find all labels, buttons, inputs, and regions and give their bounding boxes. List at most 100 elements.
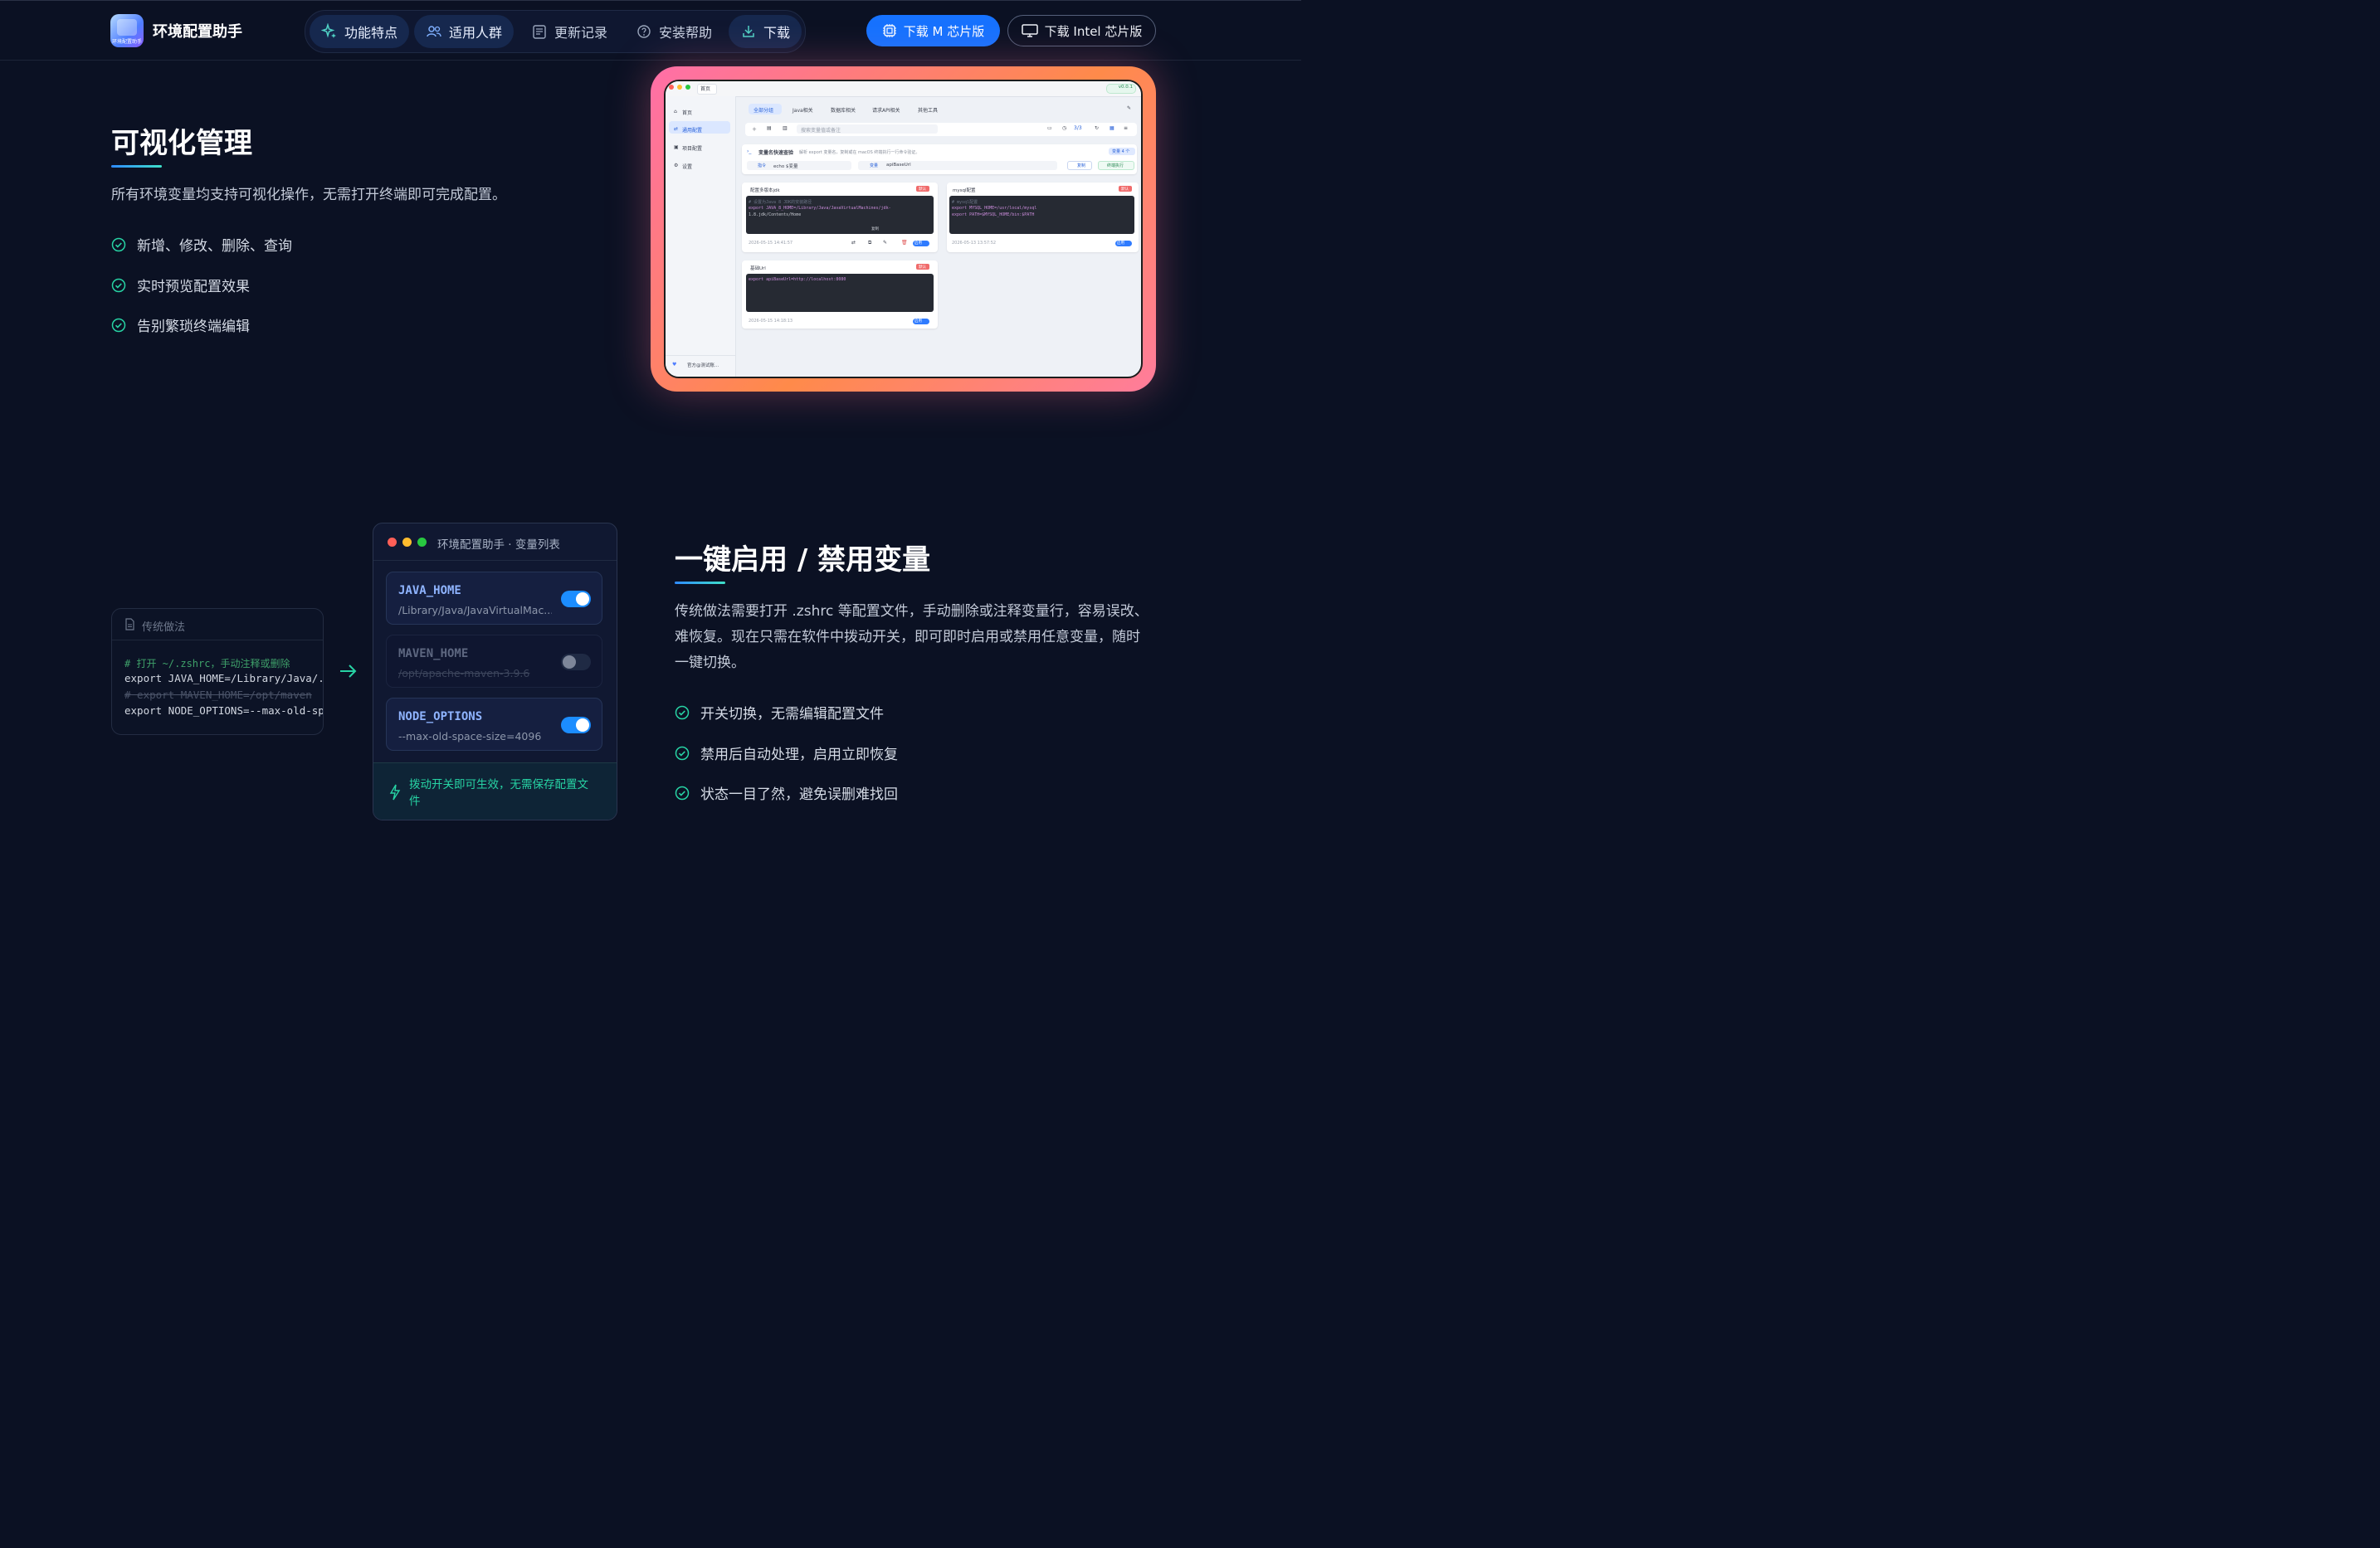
var-value: /opt/apache-maven-3.9.6 [398, 667, 530, 679]
app-card-mysql-title: mysql配置 [953, 188, 976, 193]
app-card-jdk-line-3: 1.8.jdk/Contents/Home [749, 212, 802, 217]
app-var-label: 变量 [870, 163, 879, 168]
copy-icon[interactable]: ⧉ [868, 240, 871, 246]
app-copy-button[interactable]: 复制 [1077, 163, 1085, 168]
app-card-baseurl-line-1: export apiBaseUrl=http://localhost:8080 [749, 277, 846, 282]
add-icon[interactable]: ＋ [752, 125, 757, 133]
nav-changelog[interactable]: 更新记录 [519, 15, 619, 48]
close-dot-icon [669, 85, 674, 90]
document-list-icon [533, 25, 546, 39]
traditional-card: 传统做法 # 打开 ~/.zshrc，手动注释或删除 export JAVA_H… [111, 608, 324, 735]
app-screenshot: 首页 v0.0.1 首页 通用配置 项目配置 设置 ⌂ ⇄ ▣ ⚙ ♥ 官方@测… [664, 80, 1143, 378]
var-toggle-node-options[interactable] [561, 717, 591, 733]
app-logo[interactable]: 环境配置助手 [110, 14, 144, 47]
app-tab-db[interactable]: 数据库相关 [831, 106, 856, 114]
app-sidebar-settings[interactable]: 设置 [682, 163, 692, 170]
app-card-mysql-line-1: # mysql配置 [952, 200, 978, 205]
nav-audience-label: 适用人群 [449, 25, 503, 41]
delete-icon[interactable]: 🗑 [901, 240, 908, 246]
maximize-dot-icon [685, 85, 690, 90]
app-sidebar-footer[interactable]: 官方@测试账... [687, 362, 719, 368]
app-sidebar-home[interactable]: 首页 [682, 109, 692, 116]
app-sidebar-general[interactable]: 通用配置 [682, 126, 702, 134]
app-cmd-label: 指令 [758, 163, 767, 168]
nav-audience[interactable]: 适用人群 [414, 15, 515, 48]
app-sidebar-project[interactable]: 项目配置 [682, 144, 702, 152]
brand-name[interactable]: 环境配置助手 [153, 20, 242, 41]
app-card-mysql-line-2: export MYSQL_HOME=/usr/local/mysql [952, 206, 1037, 211]
section-toggle-underline [675, 582, 725, 584]
calendar-icon: ▣ [674, 144, 679, 150]
traditional-card-title: 传统做法 [142, 621, 186, 634]
app-card-jdk-title: 配置多版本jdk [750, 188, 780, 193]
app-counter: 3/3 [1074, 125, 1082, 131]
app-exec-button[interactable]: 终端执行 [1107, 163, 1124, 168]
toggle-check-2-label: 禁用后自动处理，启用立即恢复 [700, 747, 898, 763]
traditional-line-2: export JAVA_HOME=/Library/Java/... [124, 672, 324, 684]
check-circle-icon [111, 237, 126, 251]
list-view-icon[interactable]: ≡ [1124, 125, 1128, 131]
app-card-mysql-toggle-label: 启用 [1117, 241, 1124, 246]
top-header: 环境配置助手 环境配置助手 功能特点 适用人群 更新记录 安装帮助 下载 下载 … [0, 0, 1301, 61]
check-circle-icon [675, 746, 690, 760]
export-icon[interactable]: ▥ [783, 125, 788, 131]
check-circle-icon [675, 786, 690, 800]
var-name: NODE_OPTIONS [398, 710, 483, 723]
arrow-right-icon [340, 664, 357, 678]
minimize-dot-icon [402, 538, 412, 547]
var-item-java-home: JAVA_HOME /Library/Java/JavaVirtualMac..… [386, 572, 602, 625]
app-card-baseurl-tag: 默认 [919, 265, 926, 270]
nav-help-label: 安装帮助 [659, 25, 713, 41]
app-tab-all[interactable]: 全部分组 [754, 106, 773, 114]
feature-check-1-label: 新增、修改、删除、查询 [137, 238, 292, 255]
main-nav: 功能特点 适用人群 更新记录 安装帮助 下载 [305, 10, 806, 53]
app-tab-title: 首页 [700, 86, 711, 92]
history-icon[interactable]: ◷ [1062, 125, 1066, 131]
grid-view-icon[interactable]: ▦ [1110, 125, 1114, 131]
app-search-input[interactable]: 搜索变量值或备注 [801, 126, 841, 134]
feature-check-3-label: 告别繁琐终端编辑 [137, 319, 250, 335]
traditional-card-header: 传统做法 [112, 609, 323, 640]
app-quick-desc: 解析 export 变量名，复制或在 macOS 终端执行一行命令验证。 [799, 150, 920, 155]
nav-features[interactable]: 功能特点 [310, 15, 410, 48]
download-intel-button[interactable]: 下载 Intel 芯片版 [1007, 15, 1156, 46]
nav-help[interactable]: 安装帮助 [624, 15, 724, 48]
app-card-baseurl-time: 2026-05-15 14:18:13 [749, 319, 793, 324]
nav-download-label: 下载 [763, 25, 791, 41]
app-quick-title: 变量名快速查验 [758, 150, 794, 156]
var-list-footer: 拨动开关即可生效，无需保存配置文件 [373, 762, 617, 820]
link-icon[interactable]: ⇄ [851, 240, 856, 246]
var-toggle-java-home[interactable] [561, 591, 591, 607]
user-avatar-icon: ♥ [672, 362, 677, 368]
var-toggle-maven-home[interactable] [561, 654, 591, 670]
app-tab-other[interactable]: 其他工具 [918, 106, 938, 114]
app-var-value[interactable]: apiBaseUrl [886, 163, 911, 168]
app-cmd-value[interactable]: echo $变量 [773, 163, 798, 169]
var-item-node-options: NODE_OPTIONS --max-old-space-size=4096 [386, 698, 602, 751]
edit-icon[interactable]: ✎ [1127, 105, 1131, 111]
app-card-jdk-copy-hint: 复制 [871, 227, 879, 231]
chip-icon [882, 24, 896, 37]
download-m-chip-button[interactable]: 下载 M 芯片版 [866, 15, 1000, 46]
var-list-footer-text: 拨动开关即可生效，无需保存配置文件 [409, 778, 588, 808]
nav-download[interactable]: 下载 [729, 15, 802, 48]
var-item-maven-home: MAVEN_HOME /opt/apache-maven-3.9.6 [386, 635, 602, 688]
traditional-line-1: # 打开 ~/.zshrc，手动注释或删除 [124, 658, 290, 669]
refresh-icon[interactable]: ↻ [1095, 125, 1099, 131]
app-tab-java[interactable]: Java相关 [793, 106, 813, 114]
app-sidebar: 首页 通用配置 项目配置 设置 ⌂ ⇄ ▣ ⚙ ♥ 官方@测试账... [666, 96, 736, 377]
section-visual-desc: 所有环境变量均支持可视化操作，无需打开终端即可完成配置。 [111, 187, 506, 203]
folder-icon[interactable]: ▭ [1047, 125, 1052, 131]
toggle-check-1: 开关切换，无需编辑配置文件 [675, 702, 884, 723]
toggle-check-2: 禁用后自动处理，启用立即恢复 [675, 742, 898, 763]
app-card-mysql-line-3: export PATH=$MYSQL_HOME/bin:$PATH [952, 212, 1035, 217]
import-icon[interactable]: ▤ [767, 125, 772, 131]
edit-pen-icon[interactable]: ✎ [883, 240, 887, 246]
var-value: --max-old-space-size=4096 [398, 730, 542, 742]
lightning-icon [389, 784, 401, 801]
app-screenshot-frame: 首页 v0.0.1 首页 通用配置 项目配置 设置 ⌂ ⇄ ▣ ⚙ ♥ 官方@测… [651, 66, 1156, 392]
feature-check-2: 实时预览配置效果 [111, 275, 250, 295]
app-tab-api[interactable]: 请求API相关 [872, 106, 900, 114]
var-name: JAVA_HOME [398, 584, 461, 597]
feature-check-1: 新增、修改、删除、查询 [111, 234, 292, 255]
